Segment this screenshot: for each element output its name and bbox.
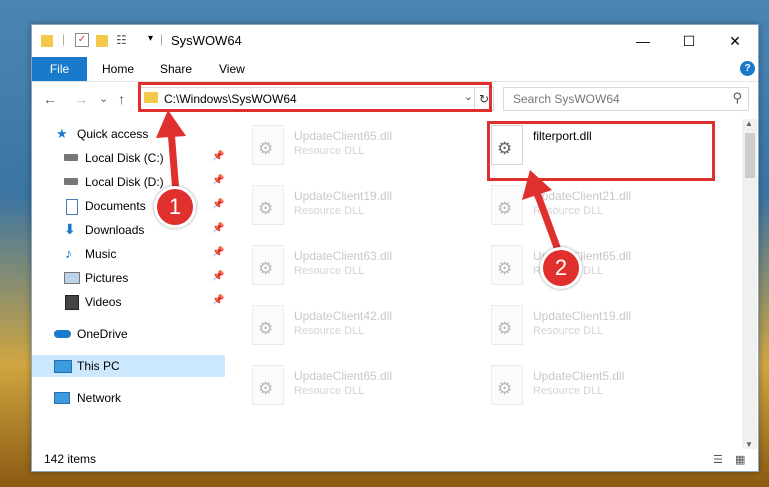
step-2-badge: 2 bbox=[540, 247, 582, 289]
arrow-1 bbox=[156, 110, 186, 194]
step-1-badge: 1 bbox=[154, 186, 196, 228]
arrow-2 bbox=[522, 170, 562, 252]
arrow-overlay bbox=[156, 110, 562, 252]
